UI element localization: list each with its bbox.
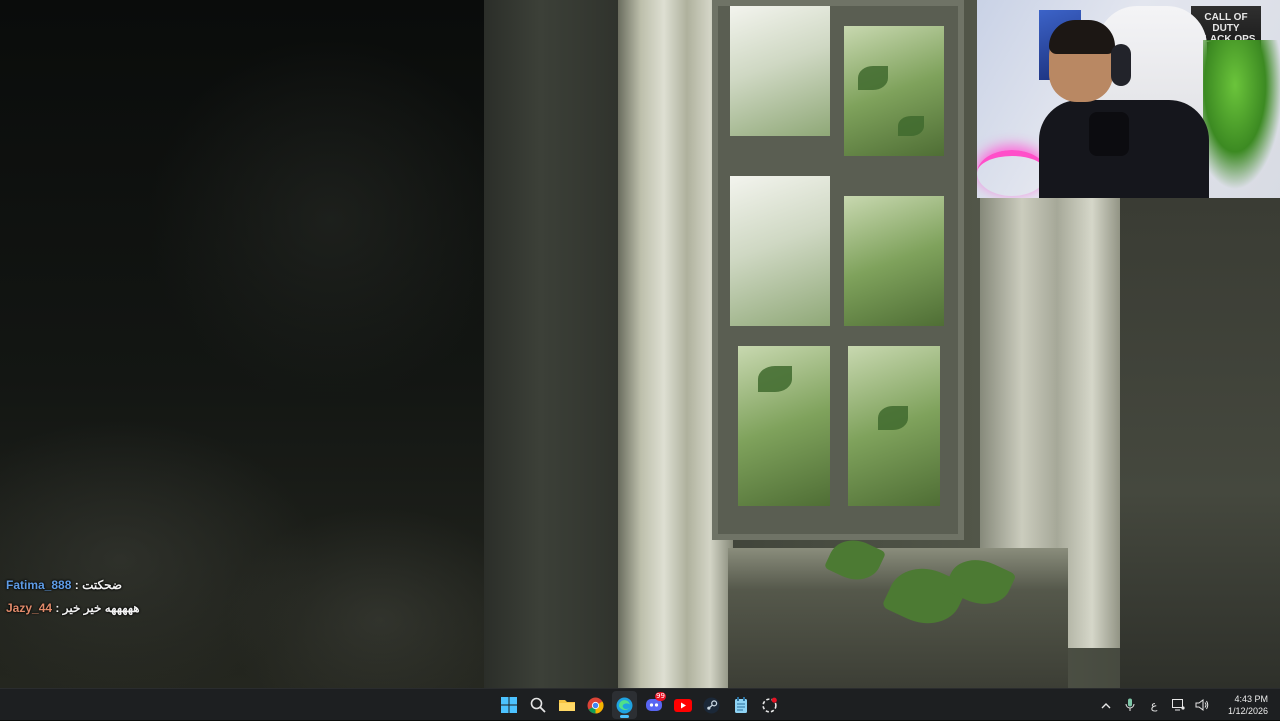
clock-time: 4:43 PM [1234,694,1268,704]
snipping-tool-icon [762,697,777,713]
chrome-icon [587,697,604,713]
steam-button[interactable] [699,691,724,719]
microphone-tray-button[interactable] [1118,691,1142,719]
chat-text: ضحكتت [82,578,123,592]
system-tray: ع 4:43 PM 1/12/2026 [1094,689,1280,721]
snipping-tool-button[interactable] [757,691,782,719]
network-icon [1171,699,1185,711]
clock-date: 1/12/2026 [1227,706,1268,716]
notification-badge: 99 [655,692,666,701]
start-button[interactable] [496,691,521,719]
youtube-button[interactable] [670,691,695,719]
taskbar-apps: 99 [496,689,782,721]
taskbar: 99 ع 4:43 PM 1/12/2026 [0,688,1280,720]
edge-button[interactable] [612,691,637,719]
chat-username: Fatima_888 [6,578,72,592]
clock-button[interactable]: 4:43 PM 1/12/2026 [1214,693,1280,717]
show-hidden-icons-button[interactable] [1094,691,1118,719]
edge-icon [616,697,633,713]
network-button[interactable] [1166,691,1190,719]
chat-message: Jazy_44 : هههههه خير خير [6,599,306,622]
chat-separator: : [74,578,79,592]
volume-button[interactable] [1190,691,1214,719]
chat-overlay: Fatima_888 : ضحكتت Jazy_44 : هههههه خير … [6,576,306,622]
chat-username: Jazy_44 [6,601,53,615]
streamer-hair [1049,20,1115,54]
steam-icon [703,697,720,713]
youtube-icon [673,698,692,712]
wallpaper-right-wall [1120,198,1280,688]
chrome-button[interactable] [583,691,608,719]
headphones [1111,44,1131,86]
search-icon [530,697,546,713]
file-explorer-button[interactable] [554,691,579,719]
input-language-button[interactable]: ع [1142,691,1166,719]
wallpaper-pillar [484,0,624,688]
chat-separator: : [55,601,60,615]
neon-light [977,150,1047,196]
folder-icon [558,700,575,711]
chevron-up-icon [1101,702,1111,708]
search-button[interactable] [525,691,550,719]
plant [1203,40,1280,190]
speaker-icon [1195,699,1209,711]
microphone-icon [1125,698,1135,711]
wallpaper-window-sill [728,548,1068,688]
wallpaper-window [712,0,964,540]
microphone [1089,112,1129,156]
notepad-icon [734,696,747,713]
webcam-overlay: CALL OF DUTY BLACK OPS II [977,0,1280,198]
chat-text: هههههه خير خير [62,601,140,615]
notepad-button[interactable] [728,691,753,719]
discord-button[interactable]: 99 [641,691,666,719]
chat-message: Fatima_888 : ضحكتت [6,576,306,599]
windows-start-icon [500,697,517,713]
